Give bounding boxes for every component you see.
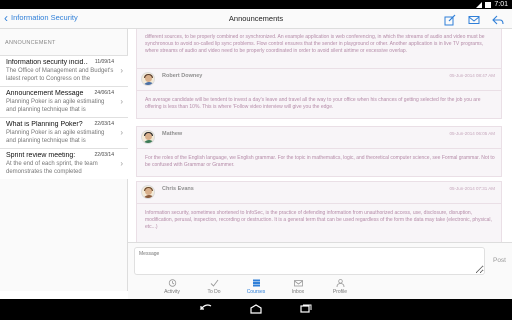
sidebar-header: ANNOUNCEMENT <box>5 40 56 46</box>
checkmark-icon <box>210 279 218 287</box>
chevron-right-icon: › <box>120 66 123 75</box>
announcement-title: What is Planning Poker? <box>6 121 83 128</box>
announcement-snippet: The Office of Management and Budget's la… <box>6 68 114 82</box>
app-bar-actions <box>444 13 504 26</box>
announcement-date: 22/03/14 <box>94 121 114 127</box>
message-body: different sources, to be properly combin… <box>145 34 485 54</box>
tab-profile[interactable]: Profile <box>320 279 360 295</box>
message-body: For the roles of the English language, w… <box>145 155 495 168</box>
page-title: Announcements <box>228 14 284 23</box>
message-time: 05-Jun-2014 07:31 AM <box>449 186 495 191</box>
announcement-item[interactable]: What is Planning Poker? 22/03/14 Plannin… <box>0 117 128 148</box>
battery-icon <box>485 1 492 8</box>
announcement-title: Sprint review meeting: <box>6 152 76 159</box>
message-card: Robert Downey 05-Jun-2014 08:47 AM An av… <box>136 68 502 119</box>
tab-label: To Do <box>207 289 221 295</box>
message-input[interactable] <box>134 247 485 275</box>
message-body: An average candidate will be tendent to … <box>145 97 481 110</box>
message-time: 05-Jun-2014 06:05 AM <box>449 131 495 136</box>
message-author: Chris Evans <box>162 186 194 192</box>
stack-icon <box>252 279 260 287</box>
tab-todo[interactable]: To Do <box>194 279 234 295</box>
announcement-item[interactable]: Announcement Message 24/06/14 Planning P… <box>0 86 128 117</box>
tab-courses[interactable]: Courses <box>236 279 276 295</box>
tab-label: Inbox <box>291 289 305 295</box>
message-header: Chris Evans 05-Jun-2014 07:31 AM <box>137 182 501 204</box>
status-icons: 7:01 <box>476 0 508 9</box>
avatar <box>141 185 155 199</box>
announcement-date: 22/03/14 <box>94 152 114 158</box>
tab-activity[interactable]: Activity <box>152 279 192 295</box>
status-time: 7:01 <box>494 1 508 8</box>
message-header: Mathew 05-Jun-2014 06:05 AM <box>137 127 501 149</box>
reply-icon[interactable] <box>492 13 504 25</box>
announcement-date: 11/09/14 <box>94 59 114 65</box>
announcement-title: Information security incid... <box>6 59 88 66</box>
back-nav-icon[interactable] <box>199 304 213 314</box>
tab-inbox[interactable]: Inbox <box>278 279 318 295</box>
tab-label: Activity <box>164 289 180 295</box>
wifi-icon <box>476 1 483 8</box>
tab-bar: Activity To Do Courses Inbox Profile <box>128 277 512 299</box>
recents-nav-icon[interactable] <box>299 304 313 314</box>
announcement-sidebar: ANNOUNCEMENT Information security incid.… <box>0 29 128 291</box>
announcement-title: Announcement Message <box>6 90 84 97</box>
avatar <box>141 130 155 144</box>
message-composer: Post <box>128 242 512 277</box>
status-bar: 7:01 <box>0 0 512 9</box>
tab-label: Profile <box>332 289 348 295</box>
message-body: Information security, sometimes shortene… <box>145 210 492 230</box>
mail-icon[interactable] <box>468 13 480 25</box>
mail-icon <box>293 280 303 287</box>
message-author: Mathew <box>162 131 183 137</box>
message-header: Robert Downey 05-Jun-2014 08:47 AM <box>137 69 501 91</box>
system-nav-bar <box>0 299 512 320</box>
compose-icon[interactable] <box>444 13 456 26</box>
message-card: Chris Evans 05-Jun-2014 07:31 AM Informa… <box>136 181 502 242</box>
message-time: 05-Jun-2014 08:47 AM <box>449 73 495 78</box>
message-card: Mathew 05-Jun-2014 06:05 AM For the role… <box>136 126 502 177</box>
home-nav-icon[interactable] <box>249 304 263 314</box>
announcement-date: 24/06/14 <box>94 90 114 96</box>
tab-label: Courses <box>246 289 266 295</box>
announcement-item[interactable]: Information security incid... 11/09/14 T… <box>0 55 128 86</box>
announcement-snippet: At the end of each sprint, the team demo… <box>6 161 98 175</box>
chevron-right-icon: › <box>120 159 123 168</box>
message-thread[interactable]: different sources, to be properly combin… <box>128 29 512 242</box>
app-bar: ‹ Information Security Announcements <box>0 9 512 29</box>
announcement-snippet: Planning Poker is an agile estimating an… <box>6 130 105 144</box>
message-author: Robert Downey <box>162 73 203 79</box>
chevron-right-icon: › <box>120 97 123 106</box>
announcement-list: Information security incid... 11/09/14 T… <box>0 55 128 179</box>
activity-icon <box>168 279 176 287</box>
avatar <box>141 72 155 86</box>
person-icon <box>336 279 344 287</box>
post-button[interactable]: Post <box>493 257 506 264</box>
announcement-snippet: Planning Poker is an agile estimating an… <box>6 99 105 113</box>
announcement-item[interactable]: Sprint review meeting: 22/03/14 At the e… <box>0 148 128 179</box>
chevron-right-icon: › <box>120 128 123 137</box>
